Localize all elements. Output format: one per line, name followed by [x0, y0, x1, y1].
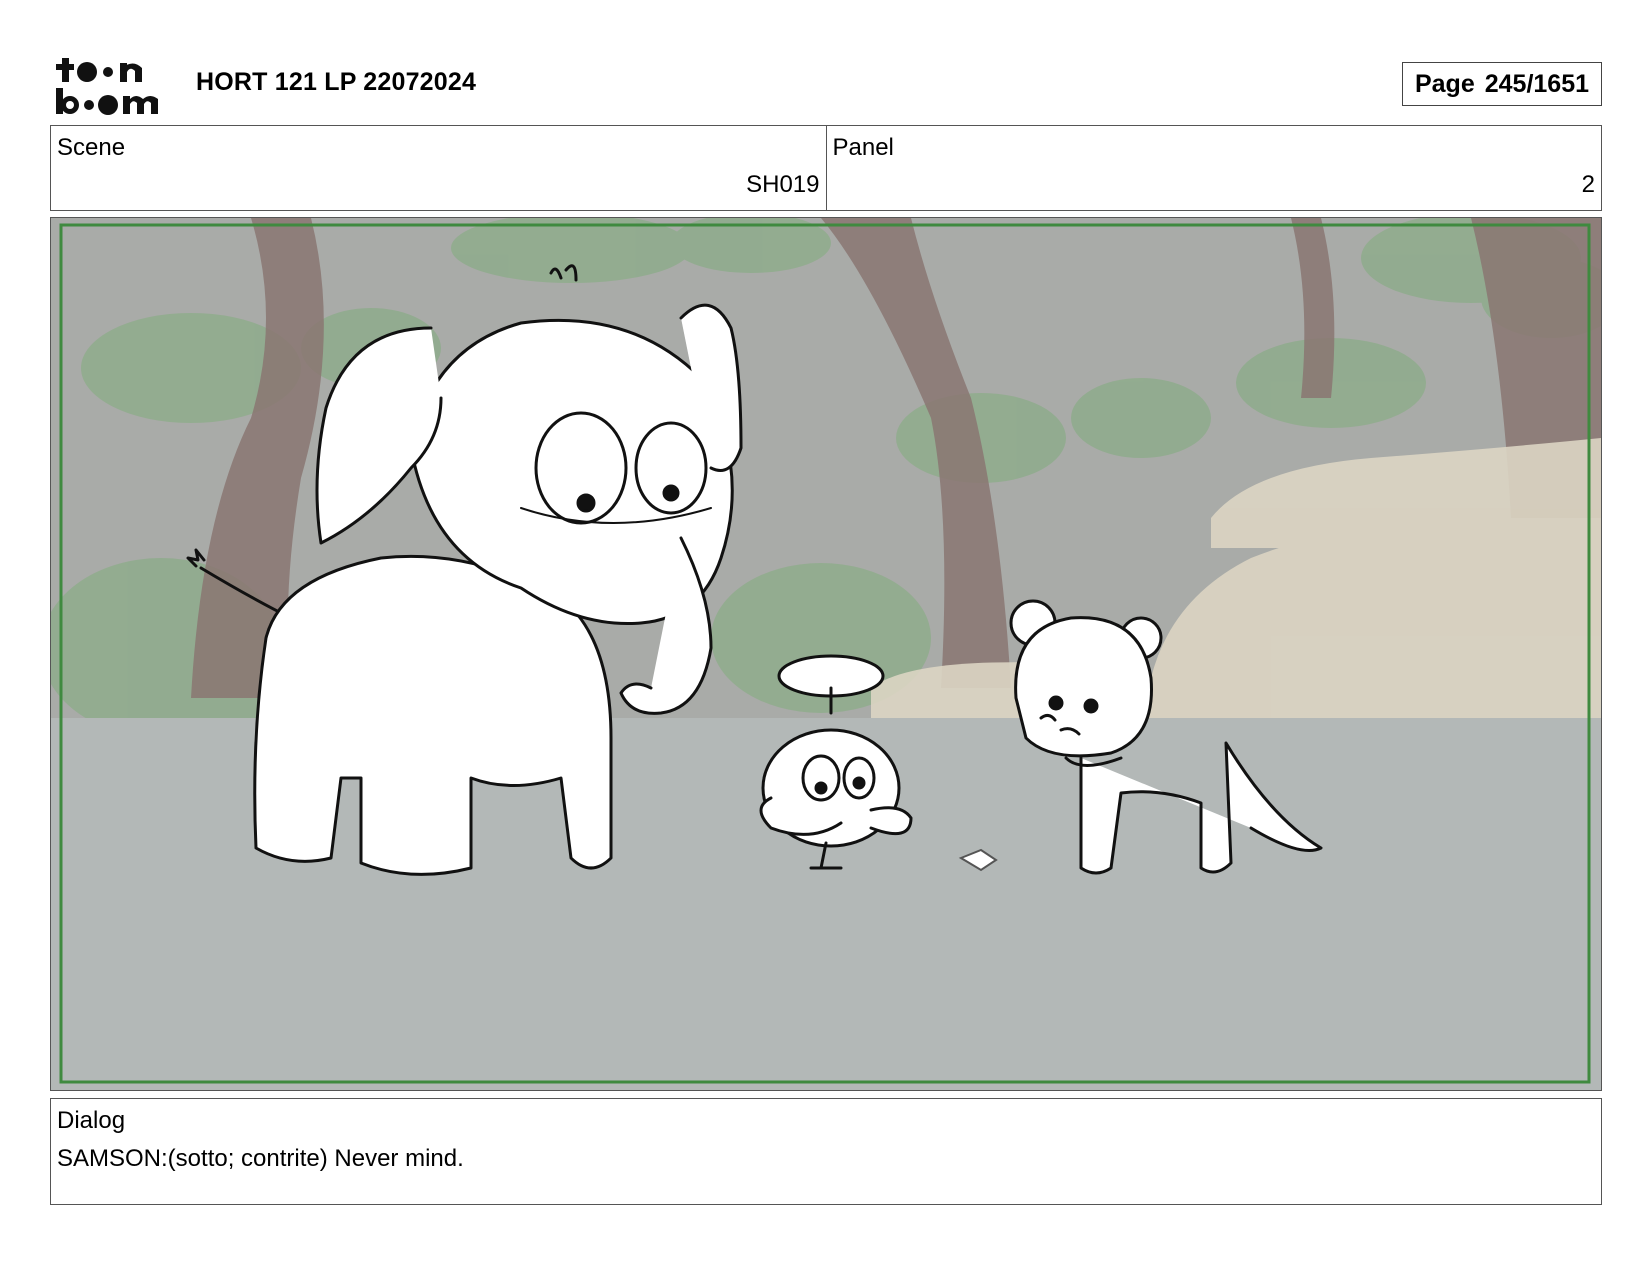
page-indicator: Page 245/1651 — [1402, 62, 1602, 106]
dialog-box: Dialog SAMSON:(sotto; contrite) Never mi… — [50, 1098, 1602, 1205]
toonboom-logo — [56, 58, 158, 115]
storyboard-panel — [50, 217, 1602, 1091]
dialog-text: SAMSON:(sotto; contrite) Never mind. — [57, 1145, 464, 1172]
scene-label: Scene — [57, 134, 126, 161]
panel-cell: Panel 2 — [825, 126, 1602, 210]
panel-value: 2 — [1581, 171, 1595, 198]
dialog-label: Dialog — [57, 1107, 126, 1134]
document-title: HORT 121 LP 22072024 — [196, 68, 477, 96]
scene-cell: Scene SH019 — [51, 126, 826, 210]
scene-panel-row: Scene SH019 Panel 2 — [50, 125, 1602, 211]
panel-artwork — [51, 218, 1601, 1090]
panel-label: Panel — [832, 134, 894, 161]
page-number: 245/1651 — [1484, 69, 1590, 98]
page-label: Page — [1414, 69, 1475, 98]
scene-value: SH019 — [746, 171, 820, 198]
